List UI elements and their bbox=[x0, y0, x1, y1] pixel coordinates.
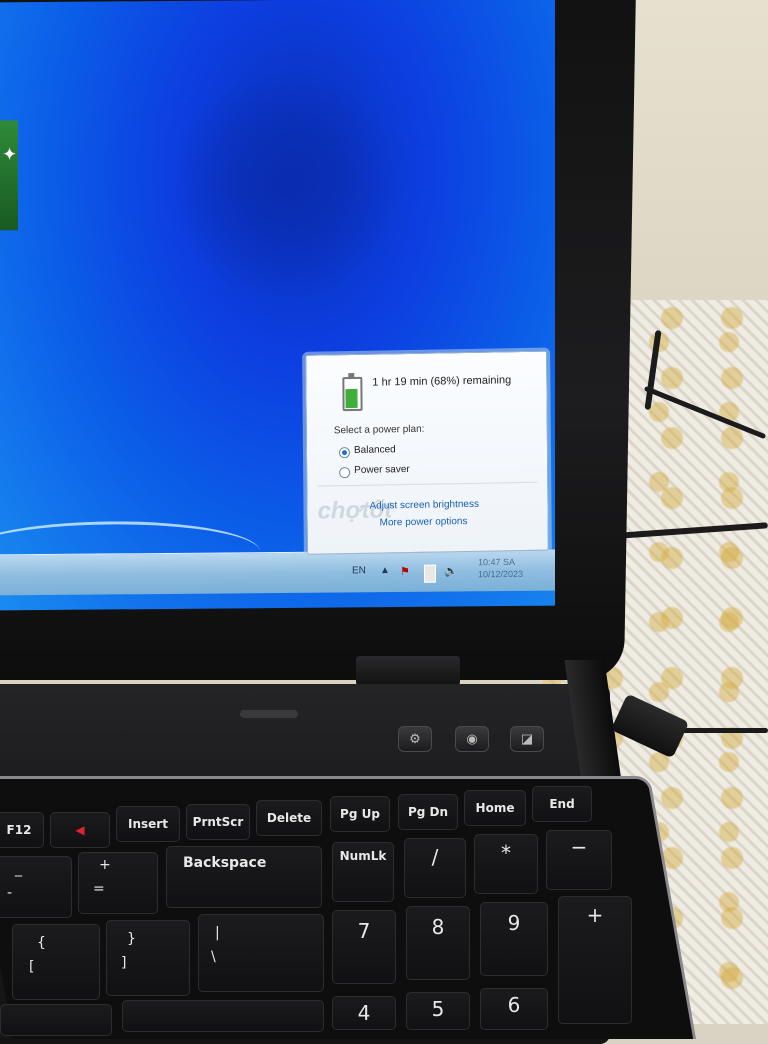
key-pgdn-label: Pg Dn bbox=[407, 805, 449, 819]
key-prntscr-label: PrntScr bbox=[192, 815, 244, 829]
key-home[interactable]: Home bbox=[464, 790, 526, 826]
clock-time: 10:47 SA bbox=[478, 556, 516, 568]
key-6-label: 6 bbox=[507, 993, 521, 1017]
battery-fill bbox=[345, 388, 358, 409]
key-pipe-top: | bbox=[215, 925, 220, 941]
key-5-label: 5 bbox=[431, 997, 445, 1021]
key-pipe-bottom: \ bbox=[211, 949, 216, 965]
key-right-brace[interactable]: } ] bbox=[106, 920, 190, 996]
flyout-divider bbox=[317, 481, 538, 487]
clock[interactable]: 10:47 SA 10/12/2023 bbox=[478, 556, 523, 580]
more-power-options-link[interactable]: More power options bbox=[380, 516, 468, 529]
radio-power-saver[interactable] bbox=[339, 467, 351, 479]
key-mute[interactable]: ◀ bbox=[50, 812, 110, 848]
key-slash-label: / bbox=[431, 845, 439, 869]
action-center-flag-icon[interactable]: ⚑ bbox=[400, 565, 414, 578]
lid-hinge bbox=[356, 656, 460, 686]
key-left-brace[interactable]: { [ bbox=[12, 924, 100, 1000]
butterfly-icon: ✦ bbox=[2, 144, 18, 165]
key-8-label: 8 bbox=[431, 915, 445, 939]
key-plus-bottom: = bbox=[93, 881, 105, 897]
key-equals[interactable]: + = bbox=[78, 852, 158, 914]
show-hidden-icons-icon[interactable]: ▲ bbox=[380, 565, 390, 576]
power-indicator bbox=[240, 710, 298, 718]
key-backslash[interactable]: | \ bbox=[198, 914, 324, 992]
adjust-brightness-link[interactable]: Adjust screen brightness bbox=[369, 499, 479, 512]
key-numpad-8[interactable]: 8 bbox=[406, 906, 470, 980]
media-button[interactable]: ◉ bbox=[455, 726, 489, 752]
key-9-label: 9 bbox=[507, 911, 521, 935]
key-pgup[interactable]: Pg Up bbox=[330, 796, 390, 832]
key-numpad-7[interactable]: 7 bbox=[332, 910, 396, 984]
taskbar bbox=[0, 549, 555, 596]
key-4-label: 4 bbox=[357, 1001, 371, 1025]
radio-balanced[interactable] bbox=[338, 447, 351, 459]
key-row4-left[interactable] bbox=[0, 1004, 112, 1036]
usb-cable bbox=[680, 728, 768, 733]
key-brace-top: { bbox=[37, 935, 46, 951]
key-numlk[interactable]: NumLk bbox=[332, 842, 394, 902]
key-pgdn[interactable]: Pg Dn bbox=[398, 794, 458, 830]
battery-flyout: 1 hr 19 min (68%) remaining Select a pow… bbox=[305, 350, 549, 555]
screen: ✦ EN ▲ ⚑ 🔈 10:47 SA 10/12/2023 1 hr 19 m… bbox=[0, 0, 555, 611]
key-7-label: 7 bbox=[357, 919, 371, 943]
key-numpad-plus[interactable]: + bbox=[558, 896, 632, 1024]
key-backspace-label: Backspace bbox=[183, 855, 267, 871]
key-delete[interactable]: Delete bbox=[256, 800, 322, 836]
key-rbrace-top: } bbox=[127, 931, 136, 947]
clock-date: 10/12/2023 bbox=[478, 568, 524, 580]
plan-power-saver-label[interactable]: Power saver bbox=[354, 464, 410, 476]
key-row4-mid[interactable] bbox=[122, 1000, 324, 1032]
desktop-gadget[interactable] bbox=[0, 120, 18, 231]
key-plus-top: + bbox=[99, 857, 111, 873]
key-insert[interactable]: Insert bbox=[116, 806, 180, 842]
key-numpad-4[interactable]: 4 bbox=[332, 996, 396, 1030]
key-delete-label: Delete bbox=[266, 811, 312, 825]
key-numpad-asterisk[interactable]: * bbox=[474, 834, 538, 894]
key-numpad-slash[interactable]: / bbox=[404, 838, 466, 898]
mute-icon: ◀ bbox=[75, 823, 85, 837]
key-minus[interactable]: _ - bbox=[0, 856, 72, 918]
key-num-plus-label: + bbox=[586, 903, 604, 927]
plan-balanced-label[interactable]: Balanced bbox=[354, 444, 396, 456]
key-brace-bottom: [ bbox=[29, 959, 35, 975]
key-num-minus-label: − bbox=[570, 835, 588, 859]
key-minus-bottom: - bbox=[7, 885, 13, 901]
key-numpad-minus[interactable]: − bbox=[546, 830, 612, 890]
key-asterisk-label: * bbox=[501, 841, 511, 865]
battery-icon bbox=[342, 376, 363, 412]
key-backspace[interactable]: Backspace bbox=[166, 846, 322, 908]
language-indicator[interactable]: EN bbox=[352, 565, 366, 576]
key-insert-label: Insert bbox=[128, 817, 168, 831]
key-numlk-label: NumLk bbox=[339, 849, 387, 863]
key-end[interactable]: End bbox=[532, 786, 592, 822]
display-toggle-button[interactable]: ◪ bbox=[510, 726, 544, 752]
wallpaper-swirl bbox=[170, 68, 400, 301]
key-prntscr[interactable]: PrntScr bbox=[186, 804, 250, 840]
key-numpad-9[interactable]: 9 bbox=[480, 902, 548, 976]
key-home-label: Home bbox=[475, 801, 515, 815]
key-numpad-5[interactable]: 5 bbox=[406, 992, 470, 1030]
key-end-label: End bbox=[549, 797, 575, 811]
key-f12[interactable]: F12 bbox=[0, 812, 44, 848]
key-pgup-label: Pg Up bbox=[340, 807, 380, 821]
settings-button[interactable]: ⚙ bbox=[398, 726, 432, 752]
key-minus-top: _ bbox=[15, 861, 22, 877]
key-f12-label: F12 bbox=[6, 823, 32, 837]
battery-remaining: 1 hr 19 min (68%) remaining bbox=[372, 374, 512, 389]
speaker-icon[interactable]: 🔈 bbox=[444, 564, 458, 577]
key-rbrace-bottom: ] bbox=[121, 955, 127, 971]
power-plan-header: Select a power plan: bbox=[333, 423, 425, 437]
battery-tray-icon[interactable] bbox=[424, 564, 436, 583]
